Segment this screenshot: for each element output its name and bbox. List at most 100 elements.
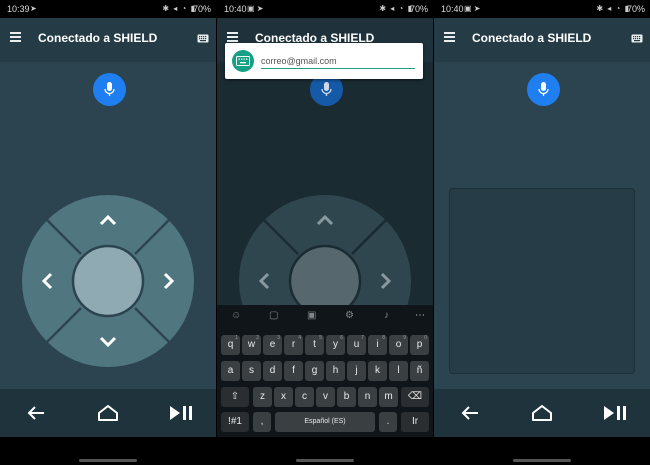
keyboard-icon	[236, 56, 250, 66]
key-q-hint: 1	[235, 335, 238, 341]
notification-icons: ▣ ➤	[247, 4, 264, 13]
key-u-hint: 7	[361, 335, 364, 341]
system-status-icons: ✱ ◂ ◔ ▮	[379, 4, 413, 13]
gesture-pill[interactable]	[513, 459, 571, 462]
hamburger-icon[interactable]	[227, 32, 238, 42]
arrow-left-icon[interactable]	[26, 404, 46, 422]
gif-icon[interactable]: ▣	[307, 310, 316, 321]
key-s[interactable]: s	[242, 361, 261, 381]
notification-icons: ▣ ➤	[464, 4, 481, 13]
key-a[interactable]: a	[221, 361, 240, 381]
remote-nav-bar	[0, 389, 216, 437]
battery-level: 70%	[409, 4, 428, 14]
key-c[interactable]: c	[295, 387, 314, 407]
key-z[interactable]: z	[253, 387, 272, 407]
key-p[interactable]: p0	[410, 335, 429, 355]
hamburger-icon[interactable]	[444, 32, 455, 42]
key-n[interactable]: n	[358, 387, 377, 407]
shift-key[interactable]: ⇧	[221, 387, 249, 407]
status-bar: 10:40 ▣ ➤ ✱ ◂ ◔ ▮ 70%	[217, 0, 433, 18]
keyboard-icon[interactable]	[631, 34, 643, 43]
play-pause-icon[interactable]	[602, 404, 628, 422]
key-x[interactable]: x	[274, 387, 293, 407]
key-l[interactable]: l	[389, 361, 408, 381]
screen-remote-keyboard: 10:40 ▣ ➤ ✱ ◂ ◔ ▮ 70% Conectado a SHIELD…	[217, 0, 433, 465]
key-t[interactable]: t5	[305, 335, 324, 355]
microphone-icon	[104, 82, 115, 96]
key-b[interactable]: b	[337, 387, 356, 407]
key-k[interactable]: k	[368, 361, 387, 381]
key-d[interactable]: d	[263, 361, 282, 381]
gear-icon[interactable]: ⚙	[345, 310, 354, 321]
status-time: 10:39	[7, 4, 30, 14]
hamburger-icon[interactable]	[10, 32, 21, 42]
key-t-hint: 5	[319, 335, 322, 341]
key-e[interactable]: e3	[263, 335, 282, 355]
key-r[interactable]: r4	[284, 335, 303, 355]
dpad-center-button[interactable]	[71, 244, 145, 318]
keyboard-badge	[232, 50, 254, 72]
status-bar: 10:39 ➤ ✱ ◂ ◔ ▮ 70%	[0, 0, 216, 18]
key-u[interactable]: u7	[347, 335, 366, 355]
status-time: 10:40	[224, 4, 247, 14]
touchpad-area[interactable]	[449, 188, 635, 374]
email-input[interactable]	[261, 53, 415, 69]
emoji-icon[interactable]: ☺	[231, 310, 241, 321]
play-pause-icon[interactable]	[168, 404, 194, 422]
remote-nav-bar	[434, 389, 650, 437]
key-o[interactable]: o9	[389, 335, 408, 355]
key-r-hint: 4	[298, 335, 301, 341]
key-y[interactable]: y6	[326, 335, 345, 355]
key-w[interactable]: w2	[242, 335, 261, 355]
system-gesture-bar	[0, 437, 216, 465]
key-ñ[interactable]: ñ	[410, 361, 429, 381]
text-input-dialog	[225, 43, 423, 79]
symbols-key[interactable]: !#1	[221, 412, 249, 432]
home-icon[interactable]	[97, 404, 119, 422]
backspace-key[interactable]: ⌫	[401, 387, 429, 407]
app-bar: Conectado a SHIELD	[434, 18, 650, 62]
soft-keyboard: ☺ ▢ ▣ ⚙ ♪ ⋯ q1w2e3r4t5y6u7i8o9p0 asdfghj…	[217, 305, 433, 437]
key-f[interactable]: f	[284, 361, 303, 381]
sticker-icon[interactable]: ▢	[269, 310, 278, 321]
gesture-pill[interactable]	[296, 459, 354, 462]
battery-level: 70%	[626, 4, 645, 14]
key-y-hint: 6	[340, 335, 343, 341]
key-p-hint: 0	[424, 335, 427, 341]
key-i-hint: 8	[382, 335, 385, 341]
dpad	[22, 195, 194, 367]
key-v[interactable]: v	[316, 387, 335, 407]
screen-remote-touchpad: 10:40 ▣ ➤ ✱ ◂ ◔ ▮ 70% Conectado a SHIELD	[434, 0, 650, 465]
status-bar: 10:40 ▣ ➤ ✱ ◂ ◔ ▮ 70%	[434, 0, 650, 18]
arrow-left-icon[interactable]	[460, 404, 480, 422]
system-gesture-bar	[217, 437, 433, 465]
status-time: 10:40	[441, 4, 464, 14]
key-g[interactable]: g	[305, 361, 324, 381]
key-i[interactable]: i8	[368, 335, 387, 355]
system-status-icons: ✱ ◂ ◔ ▮	[596, 4, 630, 13]
microphone-icon[interactable]: ♪	[384, 310, 389, 321]
microphone-icon	[538, 82, 549, 96]
home-icon[interactable]	[531, 404, 553, 422]
key-h[interactable]: h	[326, 361, 345, 381]
key-w-hint: 2	[256, 335, 259, 341]
key-o-hint: 9	[403, 335, 406, 341]
microphone-button[interactable]	[93, 73, 126, 106]
go-key[interactable]: Ir	[401, 412, 429, 432]
key-j[interactable]: j	[347, 361, 366, 381]
key-m[interactable]: m	[379, 387, 398, 407]
microphone-button[interactable]	[527, 73, 560, 106]
period-key[interactable]: .	[379, 412, 397, 432]
key-q[interactable]: q1	[221, 335, 240, 355]
gesture-pill[interactable]	[79, 459, 137, 462]
screen-remote-dpad: 10:39 ➤ ✱ ◂ ◔ ▮ 70% Conectado a SHIELD	[0, 0, 216, 465]
system-gesture-bar	[434, 437, 650, 465]
app-title: Conectado a SHIELD	[472, 31, 592, 45]
microphone-icon	[321, 82, 332, 96]
comma-key[interactable]: ,	[253, 412, 271, 432]
keyboard-icon[interactable]	[197, 34, 209, 43]
more-icon[interactable]: ⋯	[415, 310, 425, 321]
app-title: Conectado a SHIELD	[38, 31, 158, 45]
key-e-hint: 3	[277, 335, 280, 341]
space-key[interactable]: Español (ES)	[275, 412, 375, 432]
